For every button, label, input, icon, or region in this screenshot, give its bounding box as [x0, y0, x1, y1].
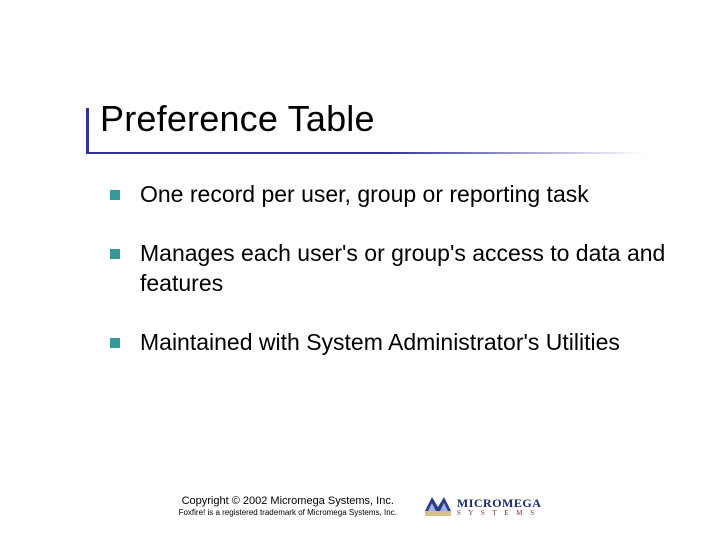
- slide-title: Preference Table: [100, 100, 670, 138]
- list-item: Manages each user's or group's access to…: [110, 239, 670, 298]
- square-bullet-icon: [110, 249, 120, 259]
- list-item-text: Maintained with System Administrator's U…: [140, 328, 620, 357]
- list-item: Maintained with System Administrator's U…: [110, 328, 670, 357]
- list-item-text: One record per user, group or reporting …: [140, 180, 589, 209]
- list-item: One record per user, group or reporting …: [110, 180, 670, 209]
- copyright-line: Copyright © 2002 Micromega Systems, Inc.: [179, 495, 397, 508]
- slide-footer: Copyright © 2002 Micromega Systems, Inc.…: [0, 495, 720, 518]
- trademark-line: Foxfire! is a registered trademark of Mi…: [179, 508, 397, 518]
- list-item-text: Manages each user's or group's access to…: [140, 239, 670, 298]
- slide: Preference Table One record per user, gr…: [0, 0, 720, 540]
- footer-text-block: Copyright © 2002 Micromega Systems, Inc.…: [179, 495, 397, 518]
- square-bullet-icon: [110, 190, 120, 200]
- logo-text: MICROMEGA S Y S T E M S: [457, 497, 542, 517]
- title-underline: [86, 152, 646, 154]
- title-area: Preference Table: [70, 100, 670, 144]
- square-bullet-icon: [110, 338, 120, 348]
- logo-company-name: MICROMEGA: [457, 497, 542, 509]
- slide-body: One record per user, group or reporting …: [110, 180, 670, 388]
- logo-mark-icon: [425, 497, 451, 517]
- logo-company-sub: S Y S T E M S: [457, 510, 542, 517]
- company-logo: MICROMEGA S Y S T E M S: [425, 497, 542, 517]
